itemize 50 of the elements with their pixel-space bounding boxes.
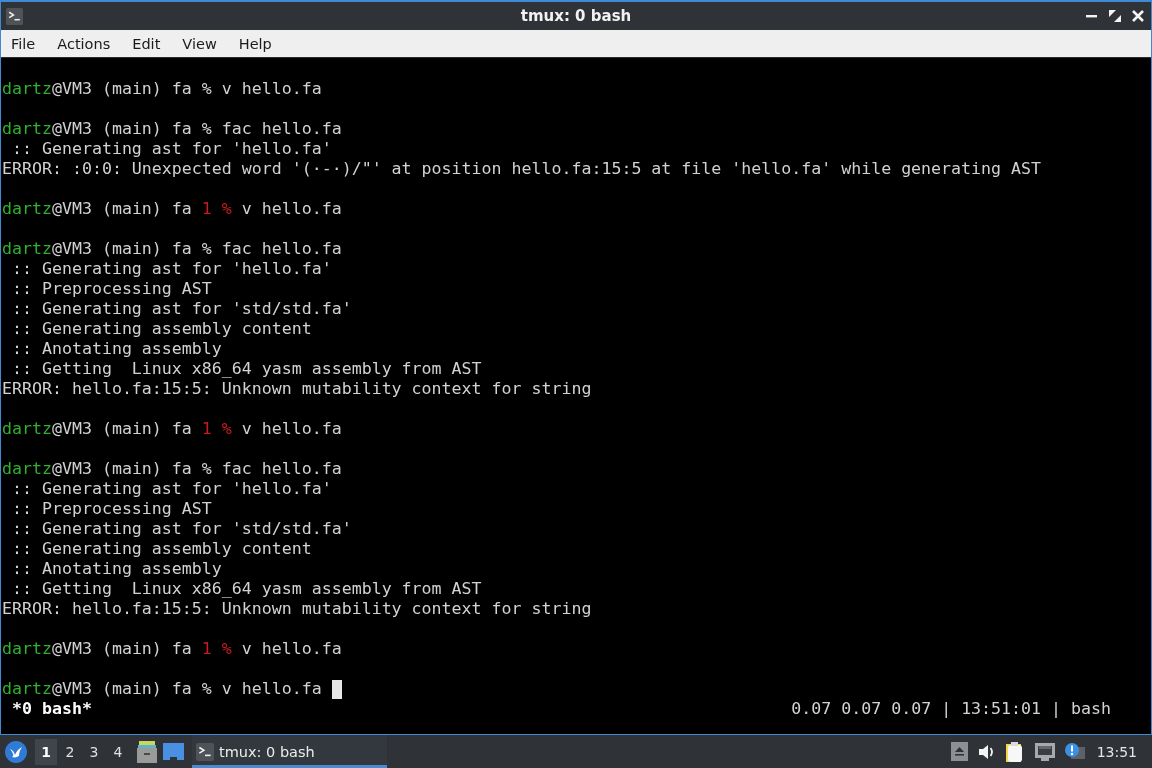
output-line: :: Generating assembly content — [11, 539, 312, 559]
output-line: :: Generating ast for 'hello.fa' — [11, 479, 332, 499]
output-line: :: Anotating assembly — [11, 339, 222, 359]
clipboard-icon[interactable] — [1005, 741, 1025, 762]
speaker-icon[interactable] — [977, 743, 996, 760]
output-line: :: Getting Linux x86_64 yasm assembly from AST — [11, 359, 482, 379]
notification-icon[interactable] — [1064, 742, 1085, 761]
output-line: ERROR: :0:0: Unexpected word '(·-·)/"' at position hello.fa:15:5 at file 'hello.fa' while generating AST — [2, 159, 1041, 179]
output-line: ERROR: hello.fa:15:5: Unknown mutability context for string — [2, 599, 592, 619]
output-line: :: Preprocessing AST — [11, 499, 212, 519]
prompt-line: dartz@VM3 (main) fa 1 % v hello.fa — [2, 639, 342, 659]
menu-item[interactable]: Edit — [124, 32, 169, 55]
output-line: :: Generating ast for 'hello.fa' — [11, 259, 332, 279]
output-line: :: Generating ast for 'hello.fa' — [11, 139, 332, 159]
eject-icon[interactable] — [950, 742, 968, 761]
close-icon[interactable] — [1131, 9, 1145, 23]
maximize-icon[interactable] — [1108, 9, 1122, 23]
prompt-line: dartz@VM3 (main) fa % fac hello.fa — [2, 119, 342, 139]
workspace-button[interactable]: 1 — [35, 738, 57, 765]
menu-item[interactable]: View — [174, 32, 225, 55]
prompt-line: dartz@VM3 (main) fa % fac hello.fa — [2, 239, 342, 259]
network-icon[interactable] — [1034, 742, 1055, 761]
output-line: :: Generating ast for 'std/std.fa' — [11, 299, 352, 319]
menu-item[interactable]: Actions — [49, 32, 119, 55]
output-line: :: Getting Linux x86_64 yasm assembly from AST — [11, 579, 482, 599]
prompt-line: dartz@VM3 (main) fa % v hello.fa — [2, 79, 322, 99]
workspace-button[interactable]: 2 — [59, 738, 81, 765]
prompt-line: dartz@VM3 (main) fa % fac hello.fa — [2, 459, 342, 479]
file-cabinet-icon[interactable] — [137, 740, 157, 763]
terminal-icon — [6, 7, 23, 25]
tmux-status-info: 0.07 0.07 0.07 | 13:51:01 | bash — [791, 699, 1111, 719]
workspace-button[interactable]: 3 — [83, 738, 105, 765]
output-line: :: Preprocessing AST — [11, 279, 212, 299]
prompt-line: dartz@VM3 (main) fa 1 % v hello.fa — [2, 199, 342, 219]
bird-logo-icon[interactable] — [5, 740, 27, 763]
output-line: :: Anotating assembly — [11, 559, 222, 579]
prompt-line: dartz@VM3 (main) fa 1 % v hello.fa — [2, 419, 342, 439]
output-line: :: Generating assembly content — [11, 319, 312, 339]
show-desktop-icon[interactable] — [163, 743, 184, 760]
output-line: ERROR: hello.fa:15:5: Unknown mutability context for string — [2, 379, 592, 399]
window-title: tmux: 0 bash — [520, 7, 632, 25]
terminal-icon — [196, 742, 214, 761]
tmux-window-label: *0 bash* — [12, 699, 92, 719]
task-button[interactable]: tmux: 0 bash — [192, 735, 387, 768]
menu-item[interactable]: File — [3, 32, 44, 55]
clock[interactable]: 13:51 — [1096, 743, 1137, 760]
menu-item[interactable]: Help — [230, 32, 280, 55]
prompt-line: dartz@VM3 (main) fa % v hello.fa — [2, 679, 322, 699]
workspace-button[interactable]: 4 — [107, 738, 129, 765]
output-line: :: Generating ast for 'std/std.fa' — [11, 519, 352, 539]
